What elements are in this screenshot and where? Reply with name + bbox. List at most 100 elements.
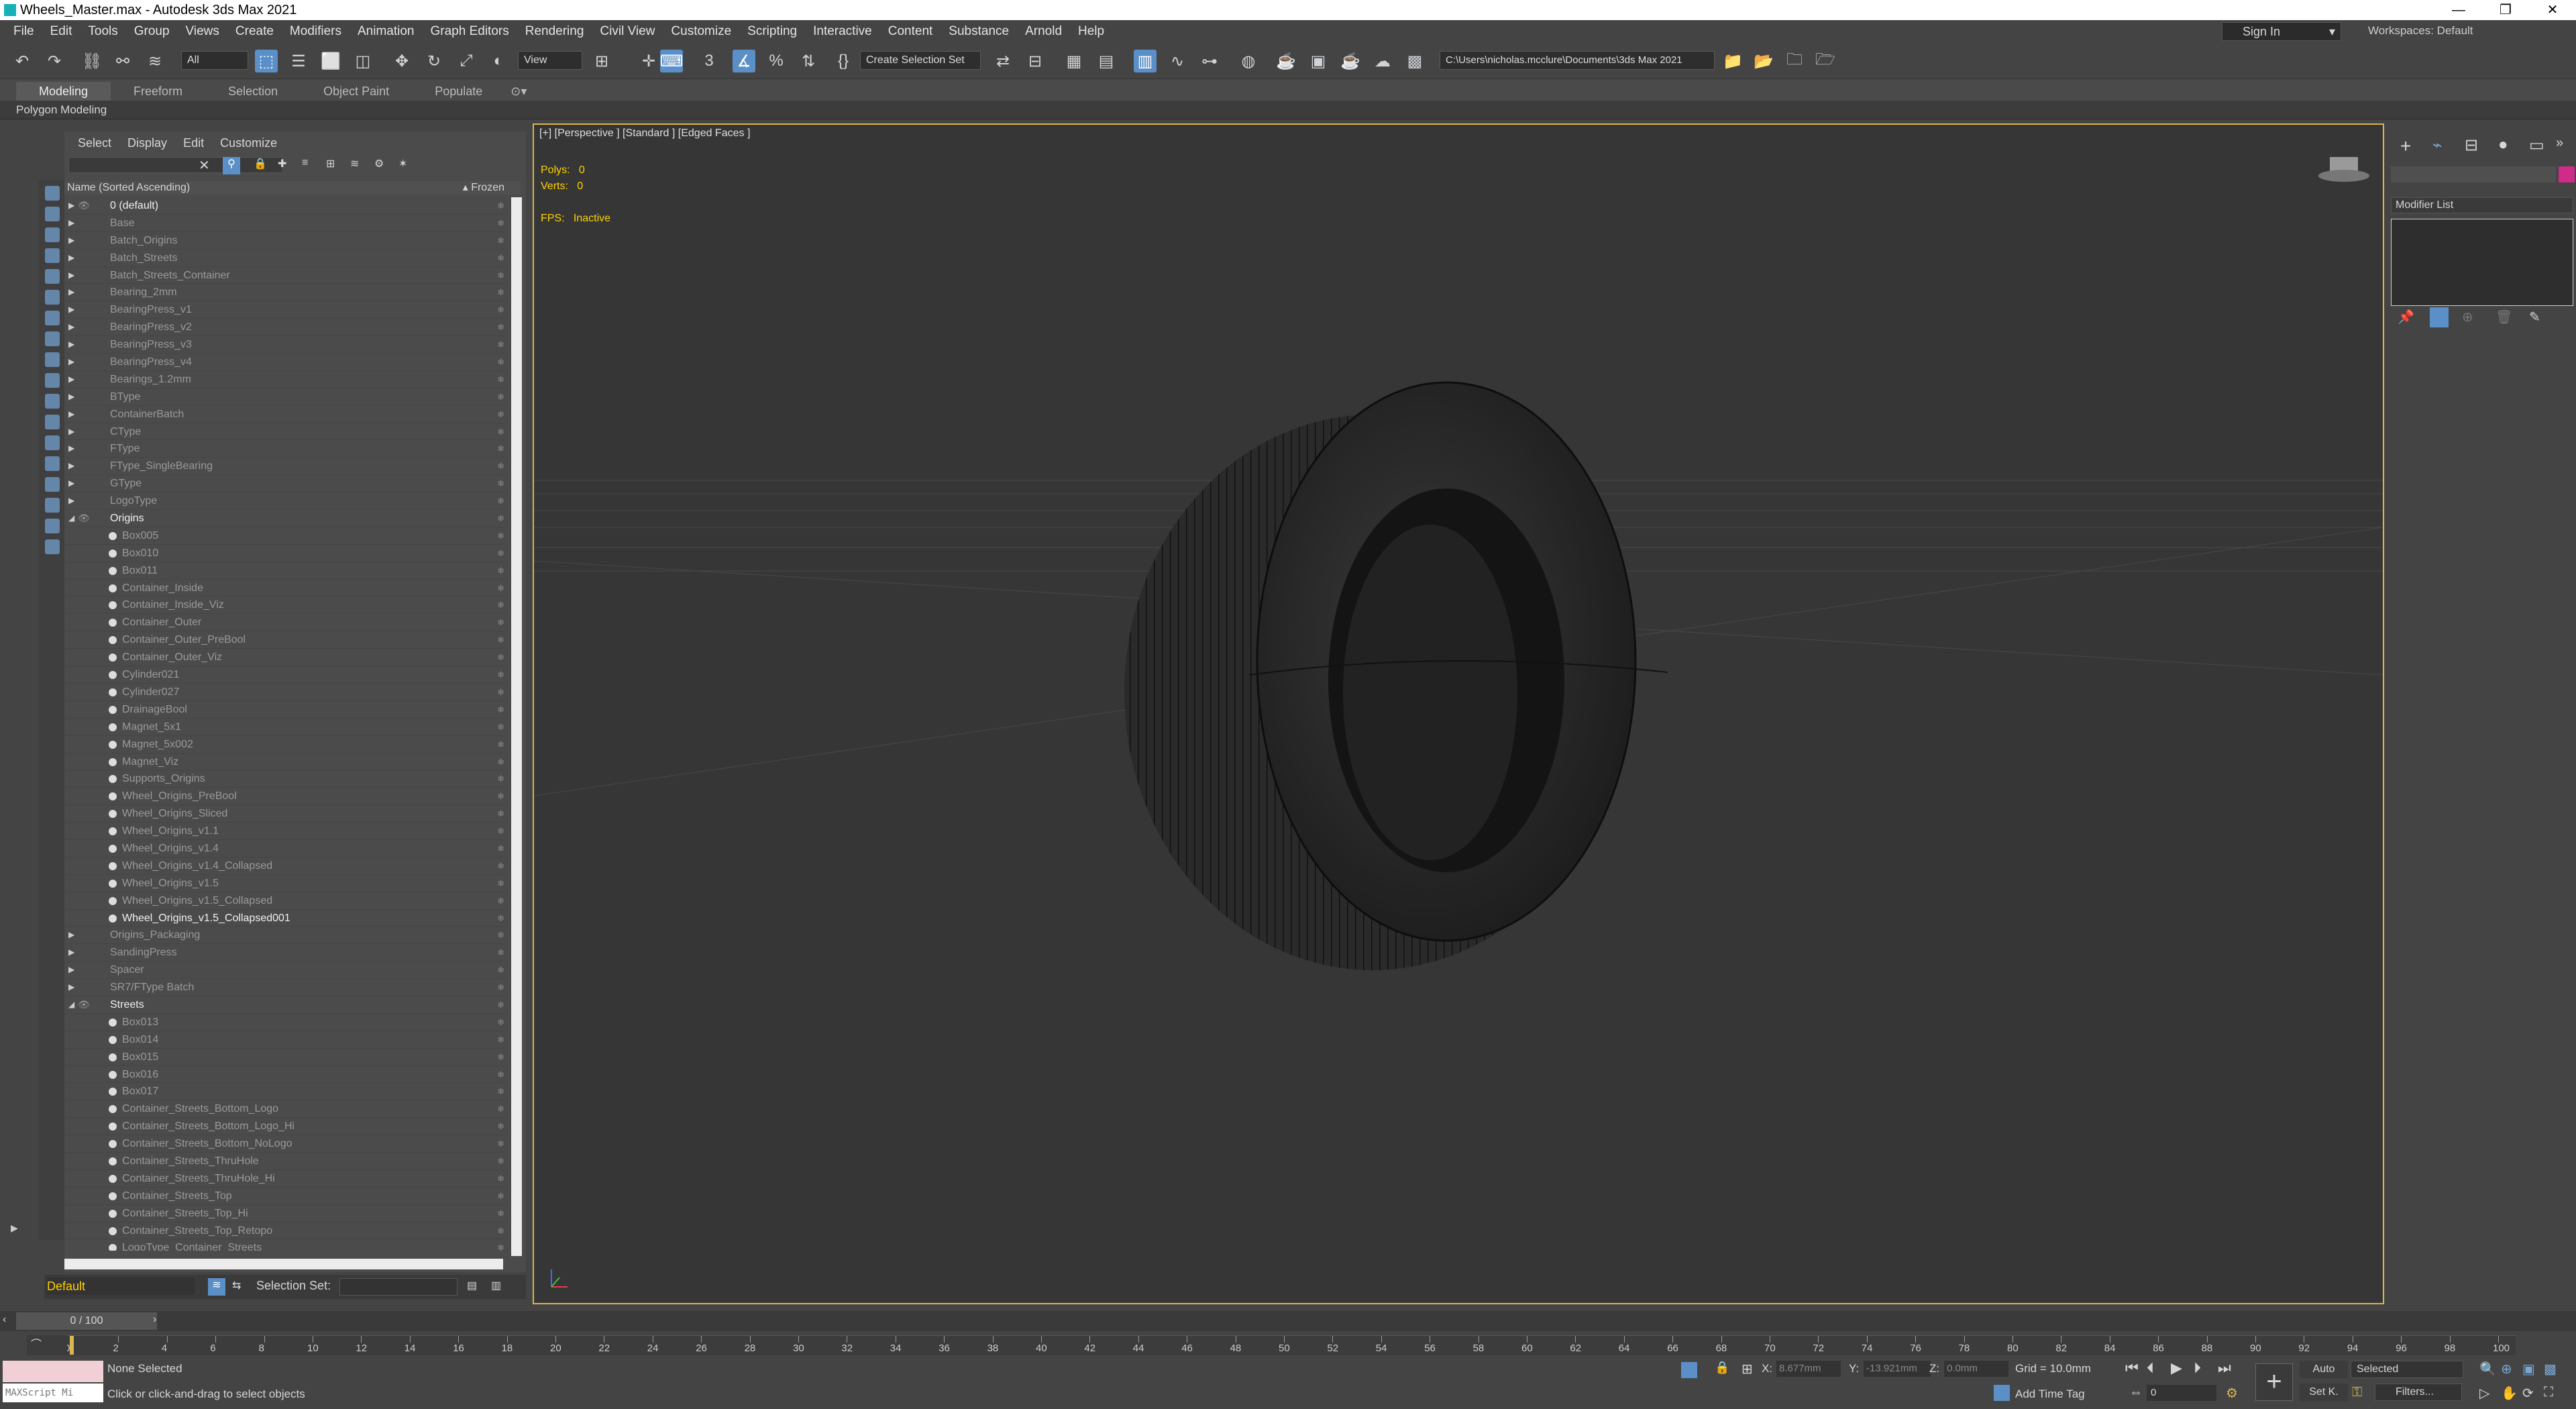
object-row[interactable]: Wheel_Origins_v1.5_Collapsed ❄	[64, 892, 507, 910]
object-row[interactable]: Box016 ❄	[64, 1066, 507, 1084]
layer-row[interactable]: ▶ FType_SingleBearing ❄	[64, 458, 507, 476]
key-mode-icon[interactable]: ⚿	[2352, 1385, 2362, 1400]
expand-panel-icon[interactable]: ▶	[11, 1222, 18, 1234]
layer-row[interactable]: ▶ 👁 0 (default) ❄	[64, 197, 507, 215]
explorer-menu-display[interactable]: Display	[119, 136, 175, 150]
freeze-toggle-icon[interactable]: ❄	[497, 1118, 504, 1135]
freeze-toggle-icon[interactable]: ❄	[497, 996, 504, 1014]
freeze-toggle-icon[interactable]: ❄	[497, 458, 504, 475]
object-row[interactable]: Wheel_Origins_PreBool ❄	[64, 788, 507, 806]
object-row[interactable]: Magnet_5x1 ❄	[64, 719, 507, 736]
object-row[interactable]: Container_Streets_Bottom_Logo ❄	[64, 1100, 507, 1118]
key-selection-dropdown[interactable]: Selected	[2351, 1361, 2463, 1378]
freeze-toggle-icon[interactable]: ❄	[497, 1239, 504, 1251]
display-helpers-icon[interactable]	[45, 269, 60, 284]
explorer-config-icon[interactable]: ▥	[491, 1279, 501, 1292]
schematic-view-icon[interactable]: ⊶	[1198, 50, 1221, 72]
x-coordinate-field[interactable]: 8.677mm	[1776, 1361, 1841, 1377]
layer-row[interactable]: ▶ Batch_Origins ❄	[64, 232, 507, 250]
freeze-toggle-icon[interactable]: ❄	[497, 388, 504, 406]
menu-interactive[interactable]: Interactive	[805, 20, 880, 43]
freeze-toggle-icon[interactable]: ❄	[497, 336, 504, 354]
next-frame-icon[interactable]: ⏵	[2194, 1359, 2201, 1377]
freeze-toggle-icon[interactable]: ❄	[497, 701, 504, 719]
display-geometry-icon[interactable]	[45, 186, 60, 201]
selection-set-dropdown[interactable]	[339, 1278, 458, 1296]
pin-stack-icon[interactable]: 📌	[2398, 309, 2414, 325]
freeze-toggle-icon[interactable]: ❄	[497, 1222, 504, 1240]
collapsed-arrow-icon[interactable]: ▶	[68, 458, 76, 475]
freeze-toggle-icon[interactable]: ❄	[497, 232, 504, 250]
display-shapes-icon[interactable]	[45, 207, 60, 221]
object-row[interactable]: LogoType_Container_Streets ❄	[64, 1239, 507, 1251]
selection-lock-icon[interactable]: 🔒	[1715, 1361, 1729, 1375]
collapsed-arrow-icon[interactable]: ▶	[68, 284, 76, 301]
freeze-toggle-icon[interactable]: ❄	[497, 944, 504, 961]
freeze-toggle-icon[interactable]: ❄	[497, 857, 504, 875]
freeze-toggle-icon[interactable]: ❄	[497, 770, 504, 788]
menu-civil-view[interactable]: Civil View	[592, 20, 663, 43]
freeze-toggle-icon[interactable]: ❄	[497, 753, 504, 771]
perspective-viewport[interactable]: [+] [Perspective ] [Standard ] [Edged Fa…	[533, 123, 2384, 1304]
find-icon[interactable]: ⚙	[374, 157, 384, 170]
collapsed-arrow-icon[interactable]: ▶	[68, 961, 76, 979]
menu-content[interactable]: Content	[880, 20, 941, 43]
zoom-icon[interactable]: 🔍	[2479, 1361, 2496, 1377]
object-row[interactable]: Magnet_Viz ❄	[64, 753, 507, 771]
layer-row[interactable]: ▶ FType ❄	[64, 440, 507, 458]
project-path-dropdown[interactable]: C:\Users\nicholas.mcclure\Documents\3ds …	[1440, 51, 1715, 70]
explorer-options-icon[interactable]: ▤	[467, 1279, 477, 1292]
current-frame-field[interactable]: 0	[2147, 1385, 2216, 1401]
display-frozen-icon[interactable]	[45, 394, 60, 409]
explorer-menu-edit[interactable]: Edit	[175, 136, 212, 150]
prev-frame-arrow-icon[interactable]: ‹	[3, 1314, 6, 1326]
menu-help[interactable]: Help	[1070, 20, 1112, 43]
modifier-stack[interactable]	[2391, 219, 2573, 306]
collapsed-arrow-icon[interactable]: ▶	[68, 927, 76, 944]
maximize-viewport-icon[interactable]: ⛶	[2544, 1385, 2553, 1400]
collapsed-arrow-icon[interactable]: ▶	[68, 388, 76, 406]
layer-row[interactable]: ▶ BearingPress_v3 ❄	[64, 336, 507, 354]
play-icon[interactable]: ▶	[2171, 1359, 2182, 1377]
layer-row[interactable]: ▶ Spacer ❄	[64, 961, 507, 980]
lock-icon[interactable]: 🔒	[254, 157, 267, 170]
go-to-start-icon[interactable]: ⏮	[2125, 1359, 2139, 1377]
minimize-button[interactable]: —	[2435, 0, 2482, 20]
freeze-toggle-icon[interactable]: ❄	[497, 805, 504, 823]
zoom-all-icon[interactable]: ⊕	[2501, 1361, 2512, 1377]
object-row[interactable]: Supports_Origins ❄	[64, 770, 507, 788]
object-row[interactable]: Box011 ❄	[64, 562, 507, 580]
object-row[interactable]: Container_Streets_ThruHole ❄	[64, 1153, 507, 1170]
layer-row[interactable]: ▶ Origins_Packaging ❄	[64, 927, 507, 945]
object-row[interactable]: Container_Outer_PreBool ❄	[64, 631, 507, 649]
collapsed-arrow-icon[interactable]: ▶	[68, 979, 76, 996]
expanded-arrow-icon[interactable]: ◢	[68, 510, 76, 527]
layer-row[interactable]: ▶ Bearings_1.2mm ❄	[64, 371, 507, 388]
freeze-toggle-icon[interactable]: ❄	[497, 1188, 504, 1205]
visibility-eye-icon[interactable]: 👁	[78, 510, 90, 527]
menu-group[interactable]: Group	[126, 20, 178, 43]
select-object-icon[interactable]: ⬚	[255, 50, 278, 72]
freeze-toggle-icon[interactable]: ❄	[497, 510, 504, 527]
utilities-tab-icon[interactable]: »	[2556, 136, 2563, 151]
object-row[interactable]: Wheel_Origins_v1.4 ❄	[64, 840, 507, 857]
freeze-toggle-icon[interactable]: ❄	[497, 545, 504, 562]
collapsed-arrow-icon[interactable]: ▶	[68, 440, 76, 458]
filter-toggle-icon[interactable]: ⚲	[223, 157, 240, 174]
layer-explorer-icon[interactable]: ≋	[208, 1278, 225, 1296]
freeze-toggle-icon[interactable]: ❄	[497, 840, 504, 857]
object-name-field[interactable]	[2391, 166, 2556, 182]
layer-row[interactable]: ▶ Base ❄	[64, 215, 507, 232]
modifier-list-dropdown[interactable]: Modifier List	[2391, 197, 2573, 213]
object-row[interactable]: Magnet_5x002 ❄	[64, 736, 507, 753]
select-by-name-icon[interactable]: ☰	[287, 50, 310, 72]
freeze-toggle-icon[interactable]: ❄	[497, 301, 504, 319]
rendered-frame-window-icon[interactable]: ▣	[1307, 50, 1330, 72]
collapsed-arrow-icon[interactable]: ▶	[68, 215, 76, 232]
freeze-toggle-icon[interactable]: ❄	[497, 875, 504, 892]
layer-row[interactable]: ▶ BearingPress_v1 ❄	[64, 301, 507, 319]
freeze-toggle-icon[interactable]: ❄	[497, 910, 504, 927]
keyboard-shortcut-override-icon[interactable]: ⌨	[660, 50, 683, 72]
layer-row[interactable]: ▶ BearingPress_v4 ❄	[64, 354, 507, 371]
freeze-toggle-icon[interactable]: ❄	[497, 440, 504, 458]
